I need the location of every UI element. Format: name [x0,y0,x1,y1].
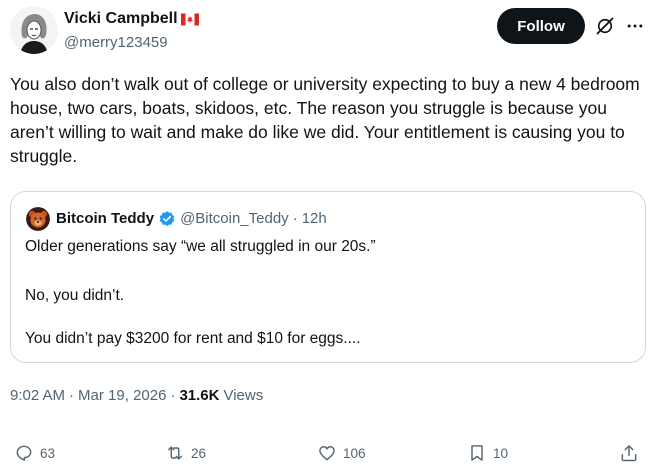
quoted-avatar[interactable] [26,207,50,231]
repost-count: 26 [191,445,207,461]
reply-count: 63 [40,445,56,461]
meta-separator: · [170,387,176,404]
quoted-handle[interactable]: @Bitcoin_Teddy [180,209,289,229]
post-time[interactable]: 9:02 AM [10,386,65,406]
meta-separator: · [69,387,75,404]
canada-flag-icon [180,13,199,25]
bookmark-icon [471,445,483,461]
tweet-meta: 9:02 AM · Mar 19, 2026 · 31.6K Views [10,386,263,406]
quoted-tweet-card[interactable]: Bitcoin Teddy @Bitcoin_Teddy · 12h Older… [10,191,646,363]
reply-button[interactable]: 63 [14,442,55,464]
author-name-row[interactable]: Vicki Campbell [64,9,199,29]
heart-icon [319,446,335,461]
views-label: Views [223,387,264,404]
bookmark-count: 10 [493,445,509,461]
views-count[interactable]: 31.6K [179,386,219,406]
post-date[interactable]: Mar 19, 2026 [78,386,166,406]
author-display-name[interactable]: Vicki Campbell [64,9,178,29]
quoted-header: Bitcoin Teddy @Bitcoin_Teddy · 12h [56,209,327,229]
reply-icon [16,445,32,461]
more-options-icon[interactable] [625,16,645,36]
quoted-text-line: You didn’t pay $3200 for rent and $10 fo… [25,330,361,347]
bookmark-button[interactable]: 10 [467,442,508,464]
tweet-text: You also don’t walk out of college or un… [10,74,640,166]
share-button[interactable] [619,442,639,464]
author-handle[interactable]: @merry123459 [64,33,199,53]
follow-button[interactable]: Follow [497,8,585,44]
quoted-separator: · [292,210,298,227]
repost-icon [168,446,182,460]
tweet: Vicki Campbell @merry123459 Follow You a… [0,0,659,473]
verified-badge-icon [159,211,175,227]
grok-icon[interactable] [595,16,615,36]
share-icon [621,445,637,462]
quoted-text-line: No, you didn’t. [25,287,125,304]
repost-button[interactable]: 26 [165,442,206,464]
like-count: 106 [343,445,366,461]
author-avatar[interactable] [10,6,58,54]
quoted-timestamp[interactable]: 12h [302,209,327,229]
author-avatar-image [10,6,58,54]
quoted-display-name[interactable]: Bitcoin Teddy [56,209,154,229]
like-button[interactable]: 106 [317,442,366,464]
quoted-text-line: Older generations say “we all struggled … [25,238,376,255]
author-block: Vicki Campbell @merry123459 [64,9,199,53]
teddy-bear-avatar-image [26,207,50,231]
